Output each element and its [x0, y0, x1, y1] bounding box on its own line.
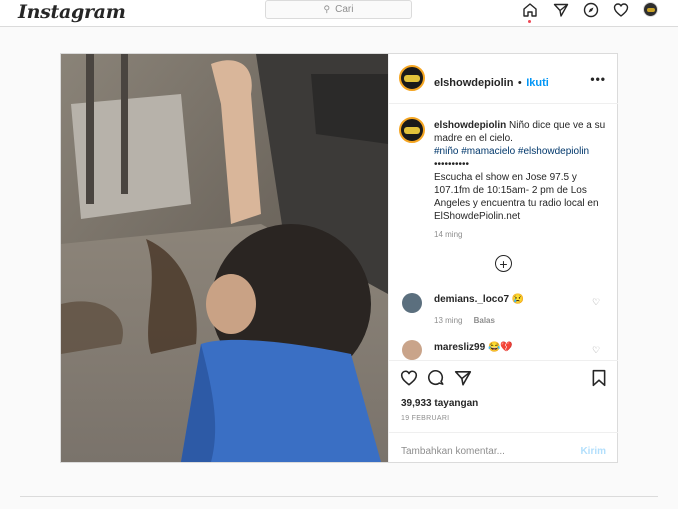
comment-icon[interactable] — [427, 369, 445, 392]
home-icon[interactable] — [519, 0, 541, 20]
comment-avatar[interactable] — [402, 293, 422, 313]
comment-time: 13 ming — [434, 316, 463, 325]
search-input[interactable]: ⚲ Cari — [265, 0, 412, 19]
comment-meta: 13 ming Balas — [434, 316, 495, 325]
comment-item: maresliz99 😂💔 — [434, 342, 513, 353]
comment-like-icon[interactable]: ♡ — [592, 297, 600, 308]
author-username[interactable]: elshowdepiolin — [434, 77, 513, 89]
reply-button[interactable]: Balas — [474, 316, 495, 325]
caption-hashtags[interactable]: #niño #mamacielo #elshowdepiolin — [434, 146, 589, 157]
post-sidebar: elshowdepiolin • Ikuti ••• elshowdepioli… — [388, 54, 618, 462]
view-count: 39,933 tayangan — [401, 398, 479, 409]
comment-username[interactable]: maresliz99 — [434, 342, 485, 353]
caption-body: Escucha el show en Jose 97.5 y 107.1fm d… — [434, 172, 599, 222]
activity-icon[interactable] — [610, 0, 632, 20]
caption-time: 14 ming — [434, 230, 463, 239]
post-header: elshowdepiolin • Ikuti ••• — [389, 54, 618, 104]
comment-text: 😢 — [511, 294, 525, 305]
instagram-logo[interactable]: Instagram — [18, 1, 126, 23]
comment-text: 😂💔 — [487, 342, 513, 353]
comment-avatar[interactable] — [402, 340, 422, 360]
follow-button[interactable]: Ikuti — [526, 77, 549, 89]
like-icon[interactable] — [400, 369, 418, 392]
plus-circle-icon: + — [499, 255, 508, 272]
post-video[interactable] — [61, 54, 388, 462]
direct-icon[interactable] — [550, 0, 572, 20]
post-actions: 39,933 tayangan 19 FEBRUARI Tambahkan ko… — [389, 360, 618, 462]
load-more-comments-button[interactable]: + — [495, 255, 512, 272]
post-caption: elshowdepiolin Niño dice que ve a su mad… — [434, 119, 606, 223]
comment-like-icon[interactable]: ♡ — [592, 345, 600, 356]
footer-divider — [20, 496, 658, 497]
post-comment-button[interactable]: Kirim — [580, 446, 606, 457]
more-options-icon[interactable]: ••• — [590, 72, 606, 86]
profile-avatar[interactable] — [643, 2, 658, 17]
comment-input-box: Tambahkan komentar... Kirim — [389, 432, 618, 469]
search-placeholder: Cari — [335, 4, 354, 15]
comment-item: demians._loco7 😢 — [434, 294, 524, 305]
caption-avatar[interactable] — [399, 117, 425, 143]
caption-username[interactable]: elshowdepiolin — [434, 120, 506, 131]
save-icon[interactable] — [591, 369, 607, 392]
share-icon[interactable] — [454, 369, 472, 392]
separator-bullet: • — [517, 77, 522, 89]
active-indicator-dot — [528, 20, 531, 23]
comment-input[interactable]: Tambahkan komentar... — [401, 446, 505, 457]
top-nav-bar: Instagram ⚲ Cari — [0, 0, 678, 27]
explore-icon[interactable] — [580, 0, 602, 20]
search-icon: ⚲ — [323, 4, 331, 14]
caption-dots: •••••••••• — [434, 159, 470, 170]
author-avatar[interactable] — [399, 65, 425, 91]
post-date: 19 FEBRUARI — [401, 415, 450, 422]
post-card: elshowdepiolin • Ikuti ••• elshowdepioli… — [60, 53, 618, 463]
comment-username[interactable]: demians._loco7 — [434, 294, 509, 305]
